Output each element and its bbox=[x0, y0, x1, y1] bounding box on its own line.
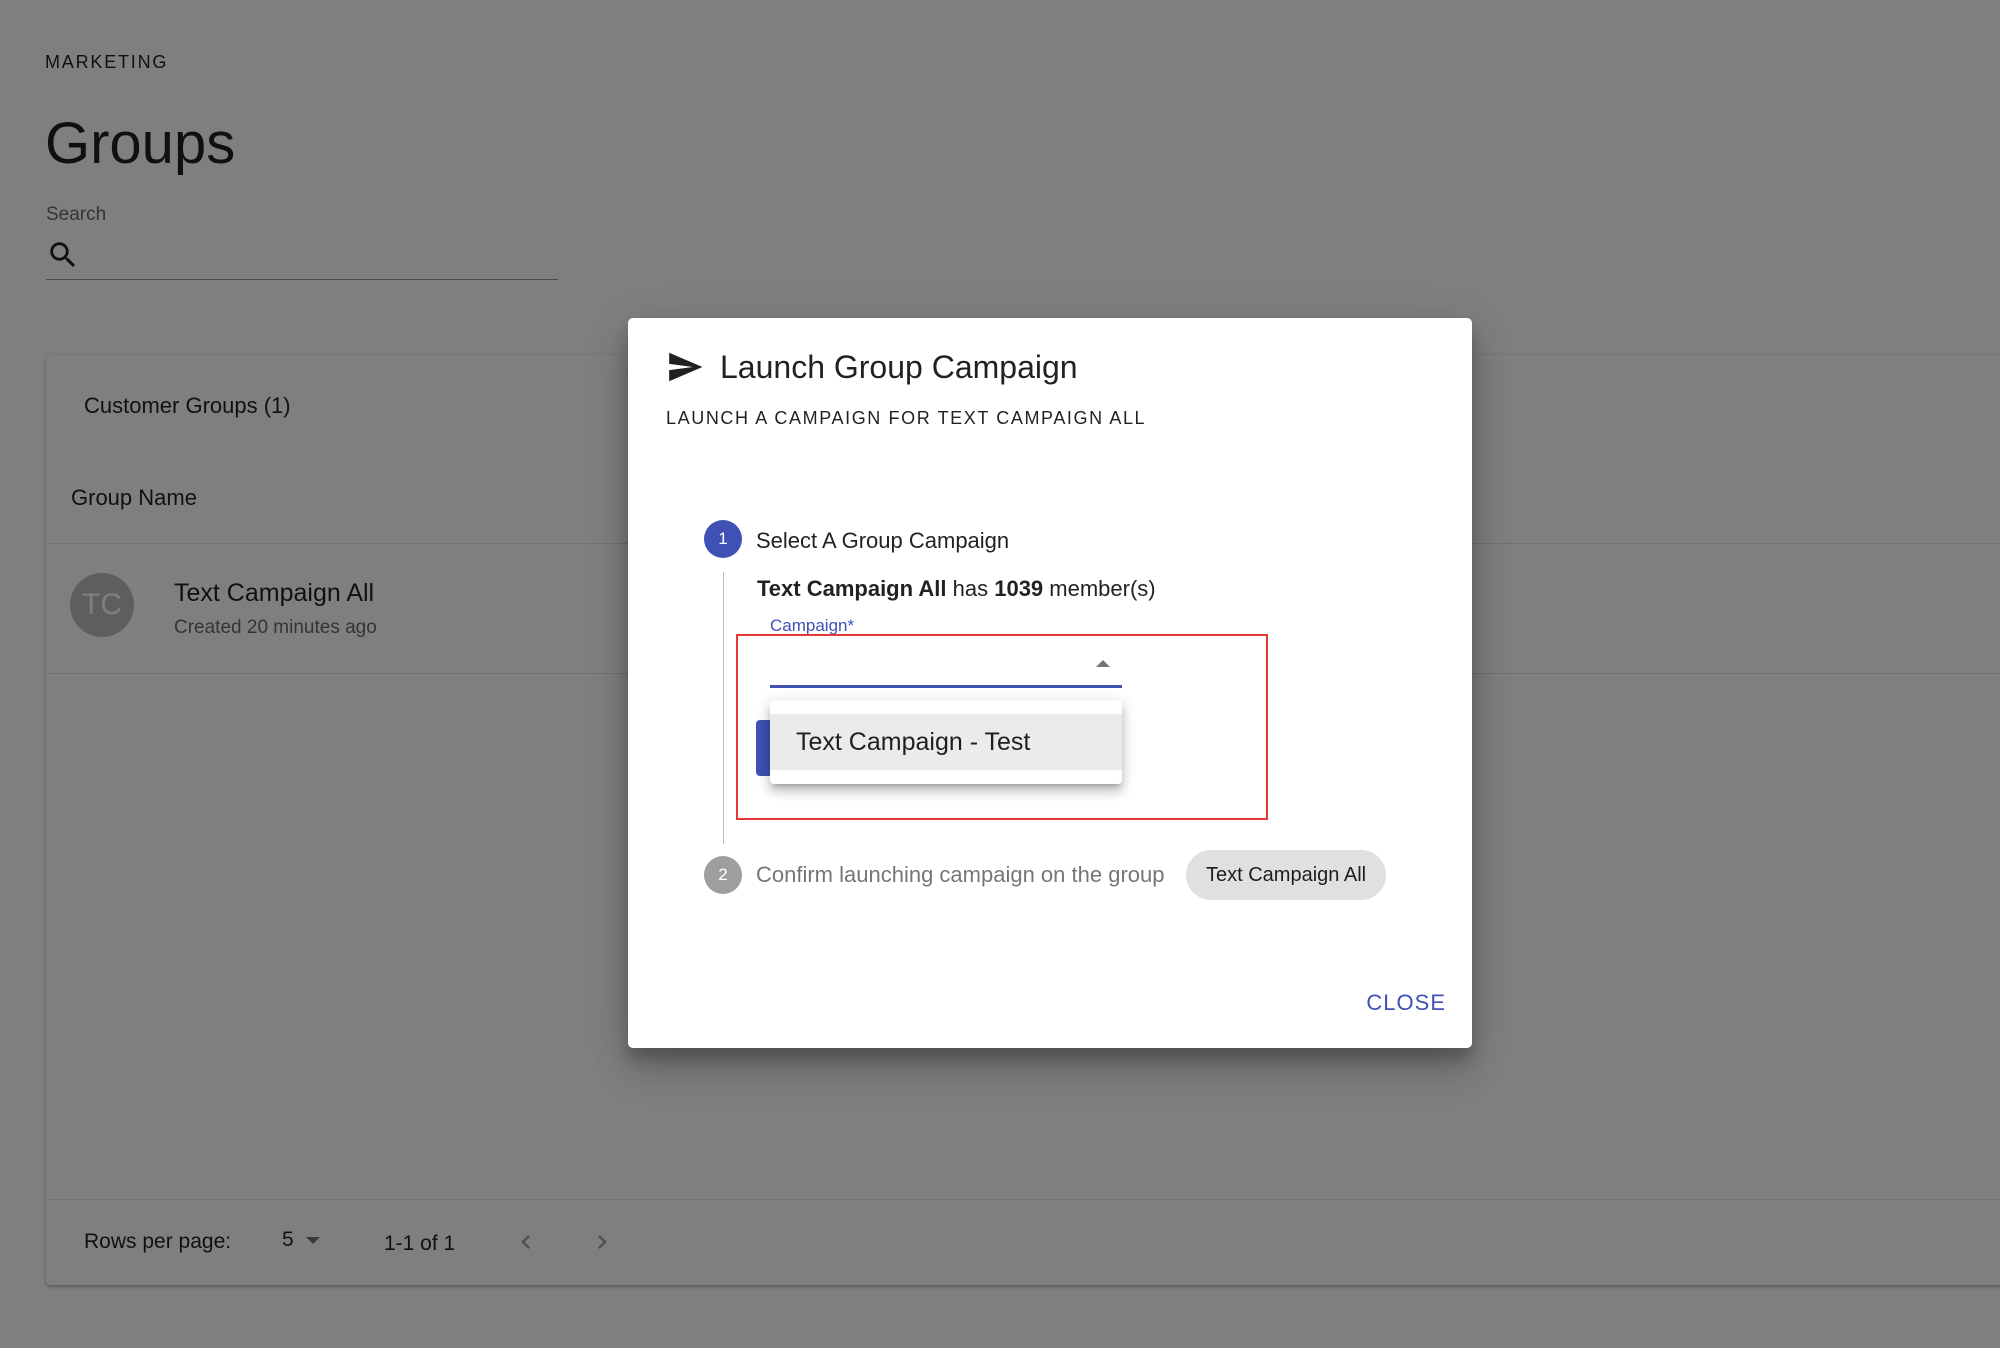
campaign-select[interactable] bbox=[770, 642, 1122, 688]
member-has: has bbox=[952, 576, 989, 601]
dialog-title: Launch Group Campaign bbox=[720, 348, 1078, 385]
close-button[interactable]: CLOSE bbox=[1366, 990, 1446, 1016]
step-2-icon: 2 bbox=[704, 856, 742, 894]
step-2-label: Confirm launching campaign on the group bbox=[756, 862, 1165, 887]
launch-campaign-dialog: Launch Group Campaign LAUNCH A CAMPAIGN … bbox=[628, 318, 1472, 1048]
campaign-option[interactable]: Text Campaign - Test bbox=[770, 714, 1122, 770]
step-1-label: Select A Group Campaign bbox=[756, 528, 1010, 553]
step-connector bbox=[723, 572, 724, 844]
dropdown-arrow-up-icon bbox=[1096, 660, 1110, 667]
member-count: 1039 bbox=[994, 576, 1044, 601]
step-1-icon: 1 bbox=[704, 520, 742, 558]
campaign-options-menu: Text Campaign - Test bbox=[770, 700, 1122, 784]
campaign-field-label: Campaign* bbox=[770, 616, 854, 636]
member-group-name: Text Campaign All bbox=[757, 576, 947, 601]
dialog-subtitle: LAUNCH A CAMPAIGN FOR TEXT CAMPAIGN ALL bbox=[666, 408, 1147, 428]
group-chip: Text Campaign All bbox=[1186, 850, 1387, 900]
required-mark: * bbox=[847, 616, 855, 635]
dialog-title-row: Launch Group Campaign bbox=[666, 348, 1078, 386]
send-icon bbox=[669, 352, 703, 382]
campaign-label-text: Campaign bbox=[770, 616, 848, 635]
member-suffix: member(s) bbox=[1049, 576, 1156, 601]
member-count-text: Text Campaign All has 1039 member(s) bbox=[757, 576, 1156, 602]
